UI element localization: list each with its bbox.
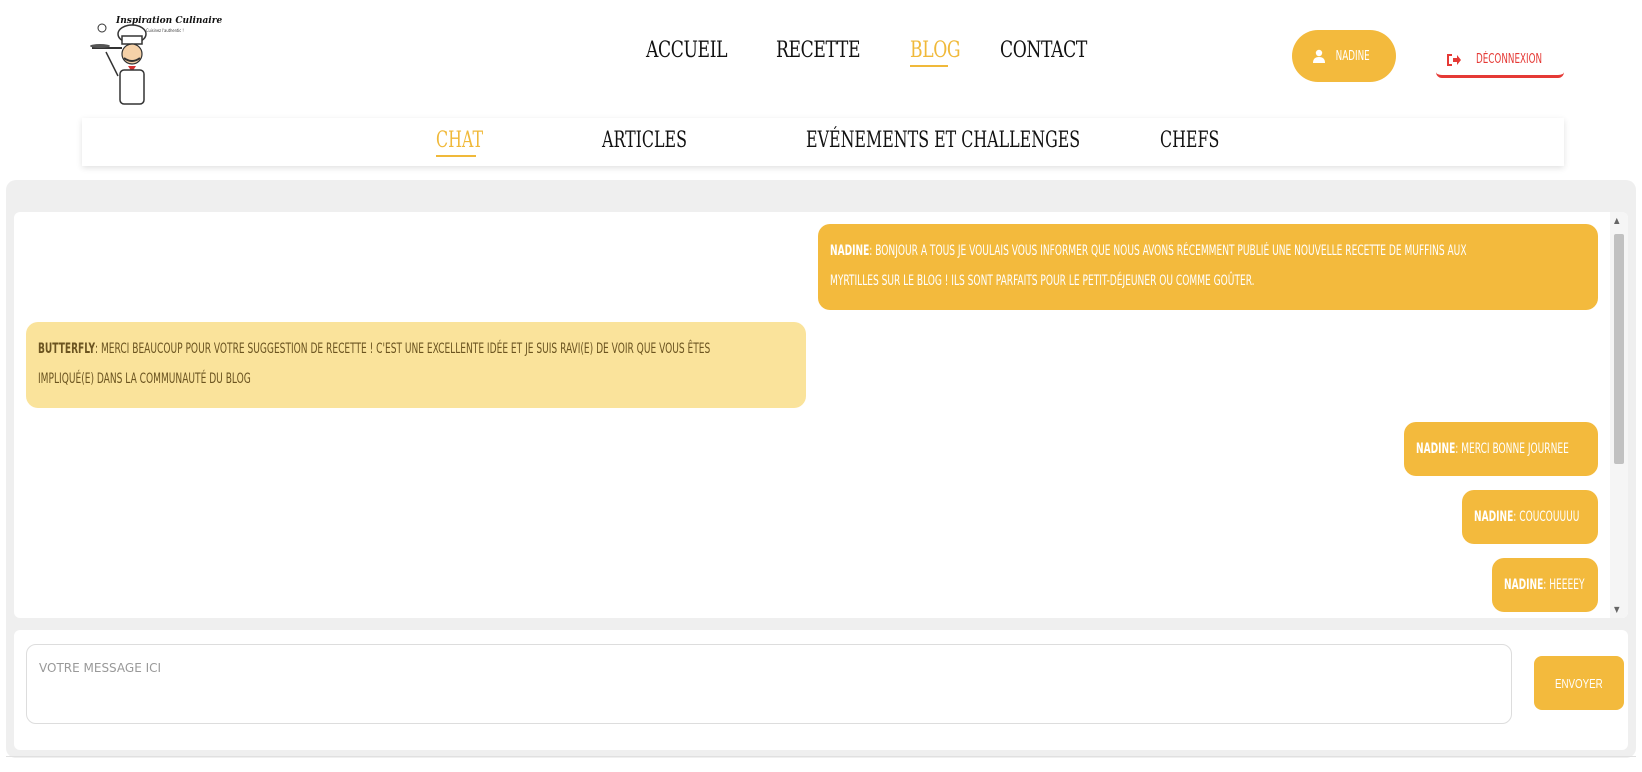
message-bubble: Nadine: merci bonne journee — [1404, 422, 1598, 476]
chef-illustration — [90, 23, 147, 105]
scroll-thumb[interactable] — [1614, 234, 1624, 464]
user-profile-button[interactable]: Nadine — [1292, 30, 1396, 82]
message-list: Nadine: Bonjour a tous Je voulais vous i… — [14, 212, 1628, 618]
nav-recette-label[interactable]: Recette — [776, 38, 861, 63]
divider — [6, 756, 1636, 757]
message-text: Merci beaucoup pour votre suggestion de … — [100, 341, 711, 357]
logo[interactable]: Inspiration Culinaire Cuisinez l'authent… — [88, 12, 222, 108]
nav-blog-label[interactable]: Blog — [910, 38, 961, 63]
tab-evenements-label: Evénements et challenges — [806, 128, 1081, 153]
sign-out-icon — [1446, 53, 1461, 66]
blog-sub-nav: Chat Articles Evénements et challenges C… — [82, 118, 1564, 166]
tab-chefs-label: Chefs — [1160, 128, 1220, 153]
message-author: Nadine — [1416, 441, 1456, 457]
message-text: impliqué(e) dans la communauté du blog — [38, 371, 251, 387]
user-name: Nadine — [1335, 48, 1371, 64]
message-composer: Envoyer — [14, 630, 1628, 750]
message-author: Nadine — [1474, 509, 1514, 525]
user-icon — [1313, 49, 1326, 63]
chat-panel: Nadine: Bonjour a tous Je voulais vous i… — [6, 180, 1636, 758]
message-author: Nadine — [1504, 577, 1544, 593]
send-button[interactable]: Envoyer — [1534, 656, 1624, 710]
message-text: heeeey — [1549, 577, 1585, 593]
header: Inspiration Culinaire Cuisinez l'authent… — [0, 0, 1642, 112]
nav-blog[interactable]: Blog — [909, 38, 974, 67]
tab-chat-label: Chat — [436, 128, 484, 153]
nav-contact[interactable]: Contact — [1000, 38, 1111, 63]
message-bubble: Nadine: Bonjour a tous Je voulais vous i… — [818, 224, 1598, 310]
message-input[interactable] — [26, 644, 1512, 724]
main-nav: Accueil Recette Blog Contact — [646, 38, 1112, 67]
nav-accueil-label[interactable]: Accueil — [646, 38, 727, 63]
message-text: coucouuuu — [1519, 509, 1580, 525]
message-text: Bonjour a tous Je voulais vous informer … — [875, 243, 1467, 259]
logout-label: Déconnexion — [1475, 52, 1543, 67]
tab-evenements[interactable]: Evénements et challenges — [806, 128, 1187, 153]
message-bubble: Nadine: coucouuuu — [1462, 490, 1598, 544]
message-text: myrtilles sur le blog ! Ils sont parfait… — [830, 273, 1255, 289]
message-author: Butterfly — [38, 341, 96, 357]
tab-articles-label: Articles — [602, 128, 687, 153]
message-text: merci bonne journee — [1461, 441, 1569, 457]
message-bubble: Butterfly: Merci beaucoup pour votre sug… — [26, 322, 806, 408]
message-author: Nadine — [830, 243, 870, 259]
send-button-label: Envoyer — [1555, 675, 1603, 691]
nav-accueil[interactable]: Accueil — [646, 38, 750, 63]
message-bubble: Nadine: heeeey — [1492, 558, 1598, 612]
tab-articles[interactable]: Articles — [602, 128, 720, 153]
nav-recette[interactable]: Recette — [776, 38, 884, 63]
message-scrollbar[interactable]: ▲ ▼ — [1610, 212, 1628, 618]
tab-chat[interactable]: Chat — [436, 128, 501, 157]
logout-button[interactable]: Déconnexion — [1436, 44, 1564, 78]
nav-contact-label[interactable]: Contact — [1000, 38, 1087, 63]
tab-chefs[interactable]: Chefs — [1160, 128, 1242, 153]
scroll-up-icon[interactable]: ▲ — [1614, 216, 1620, 225]
scroll-down-icon[interactable]: ▼ — [1614, 605, 1620, 614]
